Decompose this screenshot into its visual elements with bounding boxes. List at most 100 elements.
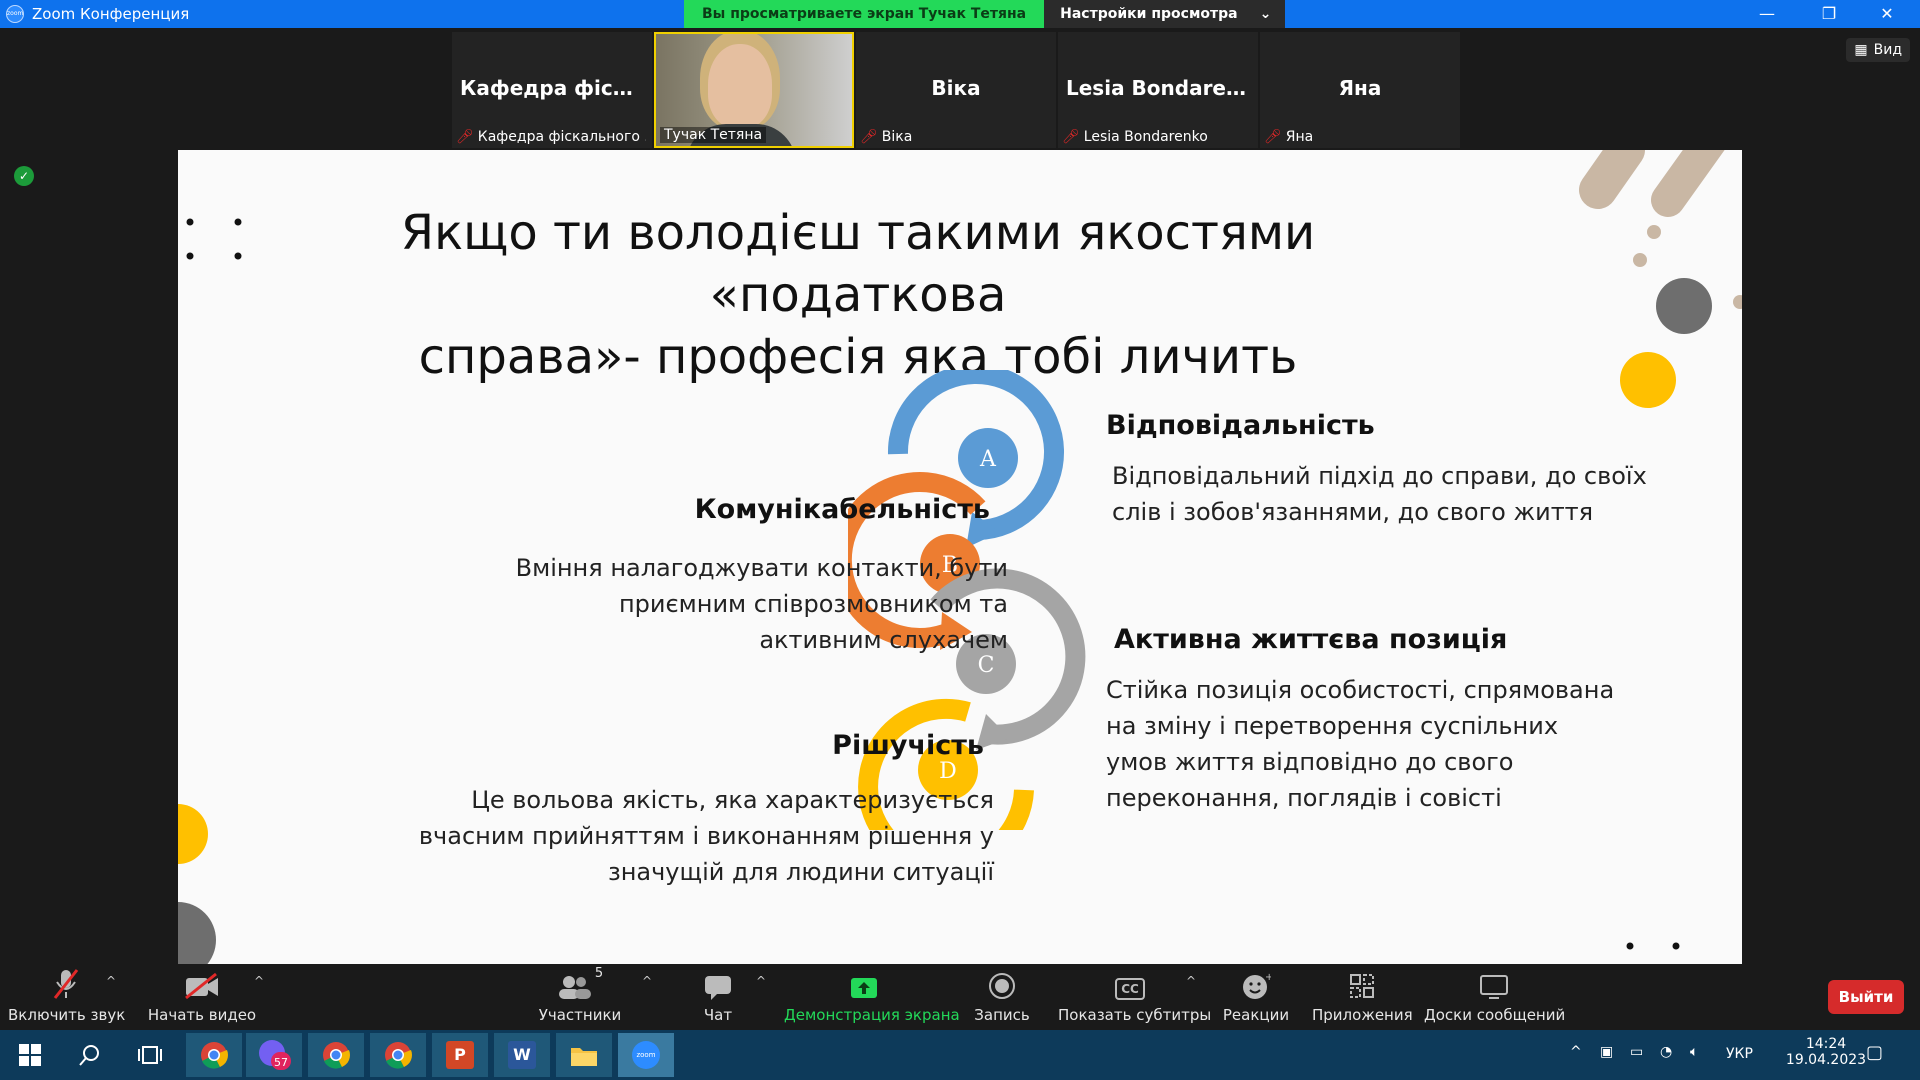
participant-name-text: Тучак Тетяна: [664, 127, 763, 143]
zoom-app-icon: zoom: [6, 5, 24, 23]
view-options-button[interactable]: Настройки просмотра ⌄: [1044, 0, 1286, 28]
whiteboard-icon: [1480, 975, 1508, 999]
whiteboards-button[interactable]: Доски сообщений: [1424, 964, 1565, 1030]
leave-meeting-button[interactable]: Выйти: [1828, 980, 1904, 1014]
participant-tile[interactable]: Lesia Bondarenko 🎤︎ Lesia Bondarenko: [1058, 32, 1258, 148]
word-taskbar-button[interactable]: W: [494, 1033, 550, 1077]
record-icon: [989, 973, 1015, 999]
participant-name-text: Яна: [1285, 129, 1314, 145]
zoom-taskbar-button[interactable]: zoom: [618, 1033, 674, 1077]
decorative-bubbles: [1620, 225, 1712, 408]
video-options-caret[interactable]: ^: [254, 974, 264, 988]
letter-d: D: [939, 759, 957, 784]
captions-options-caret[interactable]: ^: [1186, 974, 1196, 988]
reactions-button[interactable]: + Реакции: [1220, 964, 1292, 1030]
restore-button[interactable]: ❐: [1806, 0, 1852, 28]
zoom-icon: zoom: [632, 1041, 660, 1069]
chrome-second-taskbar-button[interactable]: [370, 1033, 426, 1077]
participant-tile[interactable]: Віка 🎤︎ Віка: [856, 32, 1056, 148]
screen-share-banner: Вы просматриваете экран Тучак Тетяна Нас…: [684, 0, 1286, 28]
quality-a-title: Відповідальність: [1106, 410, 1375, 441]
quality-a-text: Відповідальний підхід до справи, до свої…: [1112, 458, 1647, 530]
minimize-button[interactable]: —: [1744, 0, 1790, 28]
decorative-dots-bottom: [1626, 942, 1680, 950]
quality-b-line: приємним співрозмовником та: [618, 590, 1008, 618]
captions-button[interactable]: CC Показать субтитры: [1058, 964, 1211, 1030]
chrome-taskbar-button[interactable]: [186, 1033, 242, 1077]
start-button[interactable]: [2, 1033, 58, 1077]
clock-date: 19.04.2023: [1785, 1052, 1867, 1068]
participant-tile-video[interactable]: Тучак Тетяна: [654, 32, 854, 148]
chevron-down-icon: ⌄: [1259, 6, 1272, 22]
quality-d-line: вчасним прийняттям і виконанням рішення …: [418, 822, 994, 850]
audio-options-caret[interactable]: ^: [106, 974, 116, 988]
quality-b-line: активним слухачем: [759, 626, 1008, 654]
notifications-icon[interactable]: ▢: [1866, 1042, 1883, 1063]
grid-icon: ▦: [1854, 42, 1868, 58]
window-title: Zoom Конференция: [32, 5, 190, 23]
windows-taskbar: 57 P W zoom ^ ▣ ▭ ◔ 🔈︎ УКР 14:24 19.04.2…: [0, 1030, 1920, 1080]
quality-c-line: Стійка позиція особистості, спрямована: [1106, 676, 1615, 704]
start-video-label: Начать видео: [147, 1006, 257, 1024]
participant-display-name: Віка: [931, 76, 981, 100]
participant-name-text: Кафедра фіскального ...: [477, 129, 646, 145]
powerpoint-icon: P: [446, 1041, 474, 1069]
muted-mic-icon: 🎤︎: [456, 129, 474, 145]
search-icon: [79, 1045, 99, 1066]
participant-tile[interactable]: Яна 🎤︎ Яна: [1260, 32, 1460, 148]
chat-label: Чат: [703, 1006, 733, 1024]
record-button[interactable]: Запись: [966, 964, 1038, 1030]
participant-name-text: Віка: [881, 129, 913, 145]
participant-name-label: 🎤︎ Lesia Bondarenko: [1062, 129, 1208, 145]
file-explorer-taskbar-button[interactable]: [556, 1033, 612, 1077]
share-screen-button[interactable]: Демонстрация экрана: [784, 964, 960, 1030]
chat-options-caret[interactable]: ^: [756, 974, 766, 988]
participants-button[interactable]: 5 Участники: [530, 964, 630, 1030]
search-button[interactable]: [62, 1033, 118, 1077]
quality-b-text: Вміння налагоджувати контакти, бути приє…: [438, 550, 1008, 658]
participant-name-label: 🎤︎ Віка: [860, 129, 912, 145]
quality-c-line: переконання, поглядів і совісті: [1106, 784, 1502, 812]
quality-c-text: Стійка позиція особистості, спрямована н…: [1106, 672, 1614, 816]
close-button[interactable]: ✕: [1864, 0, 1910, 28]
participant-display-name: Кафедра фіска...: [460, 76, 652, 100]
wifi-icon[interactable]: ◔: [1660, 1044, 1672, 1060]
volume-icon[interactable]: 🔈︎: [1690, 1044, 1698, 1060]
quality-d-title: Рішучість: [832, 730, 984, 761]
share-screen-icon: [851, 978, 877, 998]
apps-button[interactable]: Приложения: [1312, 964, 1413, 1030]
clock[interactable]: 14:24 19.04.2023: [1782, 1036, 1870, 1068]
start-video-button[interactable]: Начать видео: [144, 964, 260, 1030]
participant-display-name: Lesia Bondarenko: [1066, 76, 1258, 100]
participants-icon: [558, 976, 591, 999]
quality-b-line: Вміння налагоджувати контакти, бути: [515, 554, 1008, 582]
slide-title-line: Якщо ти володієш такими якостями «податк…: [400, 205, 1316, 323]
security-shield-icon[interactable]: ✓: [14, 166, 34, 186]
tray-overflow-chevron-icon[interactable]: ^: [1570, 1044, 1582, 1060]
powerpoint-taskbar-button[interactable]: P: [432, 1033, 488, 1077]
chrome-profile-taskbar-button[interactable]: [308, 1033, 364, 1077]
quality-c-line: умов життя відповідно до свого: [1106, 748, 1514, 776]
clock-time: 14:24: [1805, 1036, 1847, 1052]
apps-label: Приложения: [1312, 1006, 1413, 1024]
participant-name-text: Lesia Bondarenko: [1083, 129, 1208, 145]
view-layout-button[interactable]: ▦ Вид: [1846, 38, 1910, 62]
battery-icon[interactable]: ▭: [1630, 1044, 1643, 1060]
participant-video-strip: Кафедра фіска... 🎤︎ Кафедра фіскального …: [452, 32, 1460, 148]
viber-taskbar-button[interactable]: 57: [246, 1033, 302, 1077]
video-off-icon: [185, 972, 218, 1000]
participant-face: [708, 44, 772, 128]
participant-tile[interactable]: Кафедра фіска... 🎤︎ Кафедра фіскального …: [452, 32, 652, 148]
chat-button[interactable]: Чат: [690, 964, 746, 1030]
input-language[interactable]: УКР: [1726, 1046, 1753, 1062]
chrome-icon: [201, 1042, 228, 1069]
task-view-button[interactable]: [122, 1033, 178, 1077]
quality-a-line: слів і зобов'язаннями, до свого життя: [1112, 498, 1594, 526]
letter-a: A: [979, 447, 997, 472]
tray-app-icon[interactable]: ▣: [1600, 1044, 1613, 1060]
folder-icon: [571, 1048, 597, 1066]
closed-captions-icon: CC: [1115, 978, 1145, 1000]
participants-options-caret[interactable]: ^: [642, 974, 652, 988]
reactions-label: Реакции: [1222, 1006, 1290, 1024]
quality-a-line: Відповідальний підхід до справи, до свої…: [1112, 462, 1647, 490]
